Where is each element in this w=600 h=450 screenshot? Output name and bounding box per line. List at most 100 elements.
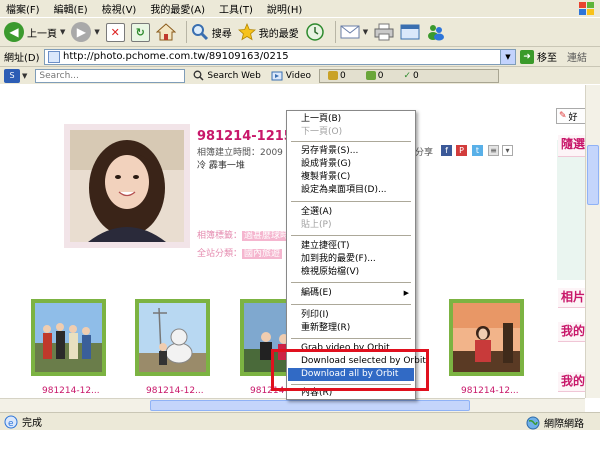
forward-arrow-icon: ▶ <box>71 22 92 42</box>
scroll-thumb[interactable] <box>587 145 599 205</box>
ctx-print[interactable]: 列印(I) <box>288 309 414 322</box>
favorites-button[interactable]: 我的最愛 <box>237 20 299 44</box>
ctx-save-background[interactable]: 另存背景(S)... <box>288 145 414 158</box>
home-button[interactable] <box>155 20 176 44</box>
album-tag-link[interactable]: 過甚麼球時 <box>242 231 292 241</box>
album-category-link[interactable]: 國內旅遊 <box>242 249 283 259</box>
ctx-back[interactable]: 上一頁(B) <box>288 113 414 126</box>
sidebar-tab-random[interactable]: 隨選 <box>558 135 585 157</box>
photo-image <box>453 303 520 372</box>
ctx-encoding[interactable]: 編碼(E) ▶ <box>288 287 414 300</box>
photo-caption[interactable]: 981214-12... <box>146 386 204 396</box>
edit-button[interactable] <box>400 20 420 44</box>
menu-separator <box>291 304 411 305</box>
album-cover-photo[interactable] <box>70 130 184 242</box>
orbit-download-status[interactable]: 0 0 ✓ 0 <box>319 68 500 83</box>
links-label[interactable]: 連結 <box>567 49 587 64</box>
album-category-label: 全站分類： <box>197 249 243 259</box>
stop-icon: ✕ <box>105 22 125 42</box>
checkmark-icon: ✓ <box>403 70 412 81</box>
ctx-set-desktop-item[interactable]: 設定為桌面項目(D)... <box>288 184 414 197</box>
sidebar-tab-mine[interactable]: 我的 <box>558 322 585 342</box>
address-url[interactable]: http://photo.pchome.com.tw/89109163/0215 <box>63 51 289 62</box>
address-label: 網址(D) <box>4 53 40 64</box>
orbit-count-completed: 0 <box>413 70 419 81</box>
menu-file[interactable]: 檔案(F) <box>6 1 40 16</box>
chevron-down-icon[interactable]: ▾ <box>502 145 513 156</box>
zone-label: 網際網路 <box>544 419 584 430</box>
print-button[interactable] <box>374 20 394 44</box>
home-icon <box>155 23 176 41</box>
go-button[interactable]: ➜ 移至 <box>520 49 557 64</box>
menu-help[interactable]: 說明(H) <box>267 1 302 16</box>
back-arrow-icon: ◀ <box>4 22 24 42</box>
stop-button[interactable]: ✕ <box>105 20 125 44</box>
ctx-copy-background[interactable]: 複製背景(C) <box>288 171 414 184</box>
ctx-select-all[interactable]: 全選(A) <box>288 206 414 219</box>
magnifier-icon <box>193 70 204 81</box>
menu-view[interactable]: 檢視(V) <box>102 1 137 16</box>
orbit-count-downloading: 0 <box>340 70 346 81</box>
chevron-down-icon[interactable]: ▼ <box>22 72 27 80</box>
menu-favorites[interactable]: 我的最愛(A) <box>150 1 205 16</box>
forward-button[interactable]: ▶ ▼ <box>71 20 100 44</box>
toolbar-logo-icon[interactable]: S <box>4 68 20 83</box>
more-share-icon[interactable]: ≡ <box>488 145 499 156</box>
plurk-icon[interactable]: P <box>456 145 467 156</box>
address-input[interactable]: http://photo.pchome.com.tw/89109163/0215… <box>44 48 516 65</box>
refresh-icon: ↻ <box>130 22 150 42</box>
menu-separator <box>291 338 411 339</box>
photo-caption[interactable]: 981214-12... <box>461 386 519 396</box>
sidebar-panel <box>557 140 585 280</box>
orbit-paused-count: 0 <box>365 70 384 81</box>
twitter-icon[interactable]: t <box>472 145 483 156</box>
menu-edit[interactable]: 編輯(E) <box>54 1 88 16</box>
facebook-icon[interactable]: f <box>441 145 452 156</box>
history-button[interactable] <box>305 20 325 44</box>
album-description: 冷 霹事一堆 <box>197 161 245 171</box>
search-button[interactable]: 搜尋 <box>191 20 232 44</box>
sidebar-tab-photos[interactable]: 相片 <box>558 288 585 308</box>
menu-tools[interactable]: 工具(T) <box>219 1 253 16</box>
ctx-view-source[interactable]: 檢視原始檔(V) <box>288 266 414 279</box>
ctx-set-background[interactable]: 設成背景(G) <box>288 158 414 171</box>
mail-icon <box>340 25 360 39</box>
ctx-encoding-label: 編碼(E) <box>301 288 332 298</box>
mail-button[interactable]: ▼ <box>340 20 368 44</box>
security-zone[interactable]: 網際網路 <box>526 415 584 430</box>
photo-caption[interactable]: 981214-12... <box>42 386 100 396</box>
chevron-down-icon[interactable]: ▼ <box>60 28 65 36</box>
album-cover-frame <box>64 124 190 248</box>
album-category: 全站分類： 國內旅遊 <box>197 246 283 259</box>
messenger-button[interactable] <box>426 20 446 44</box>
menu-separator <box>291 201 411 202</box>
scroll-thumb[interactable] <box>150 400 470 411</box>
photo-thumbnail[interactable] <box>31 299 106 376</box>
search-input[interactable] <box>35 68 186 83</box>
sidebar-tab-mine-2[interactable]: 我的 <box>558 372 585 392</box>
windows-logo-icon <box>579 2 594 15</box>
horizontal-scrollbar[interactable] <box>0 398 585 412</box>
chevron-down-icon[interactable]: ▼ <box>500 49 515 64</box>
photo-thumbnail[interactable] <box>449 299 524 376</box>
submenu-arrow-icon: ▶ <box>403 289 409 297</box>
page-icon <box>48 50 60 63</box>
favorites-label: 我的最愛 <box>258 28 299 40</box>
chevron-down-icon[interactable]: ▼ <box>94 28 99 36</box>
ctx-refresh[interactable]: 重新整理(R) <box>288 322 414 335</box>
orbit-count-paused: 0 <box>377 70 384 81</box>
back-button[interactable]: ◀ 上一頁 ▼ <box>4 20 65 44</box>
menu-separator <box>291 141 411 142</box>
go-arrow-icon: ➜ <box>520 49 534 64</box>
chevron-down-icon[interactable]: ▼ <box>363 28 368 36</box>
ctx-create-shortcut[interactable]: 建立捷徑(T) <box>288 240 414 253</box>
search-web-button[interactable]: Search Web <box>193 70 261 81</box>
video-button[interactable]: Video <box>271 70 311 81</box>
vertical-scrollbar[interactable] <box>585 85 600 398</box>
photo-thumbnail[interactable] <box>135 299 210 376</box>
printer-icon <box>374 23 394 41</box>
pause-icon <box>365 71 376 80</box>
share-label: 分享 <box>415 148 434 158</box>
refresh-button[interactable]: ↻ <box>130 20 150 44</box>
ctx-add-favorites[interactable]: 加到我的最愛(F)... <box>288 253 414 266</box>
